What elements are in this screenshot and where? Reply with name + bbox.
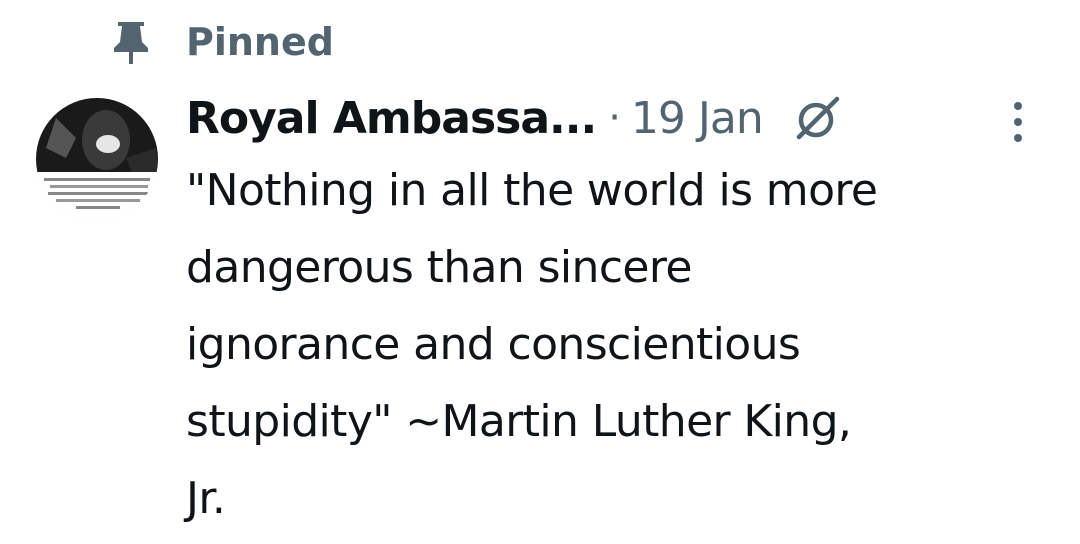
separator-dot: ·	[608, 95, 621, 141]
author-name[interactable]: Royal Ambassa...	[186, 93, 597, 144]
avatar[interactable]	[36, 98, 158, 220]
post-header: Royal Ambassa... · 19 Jan	[186, 86, 1046, 150]
grok-icon[interactable]	[793, 93, 843, 143]
pinned-post[interactable]: Pinned Royal Ambassa... · 19 Jan "Nothin…	[0, 0, 1080, 544]
more-vertical-icon[interactable]	[1004, 100, 1032, 144]
post-text-line: ignorance and conscientious	[186, 319, 801, 370]
post-text-line: Jr.	[186, 473, 226, 524]
pinned-label: Pinned	[186, 20, 334, 64]
post-text-line: "Nothing in all the world is more	[186, 165, 878, 216]
pin-icon	[112, 20, 150, 64]
post-text: "Nothing in all the world is more danger…	[186, 152, 1066, 537]
post-date[interactable]: 19 Jan	[631, 93, 764, 144]
pinned-indicator: Pinned	[112, 14, 334, 70]
post-text-line: stupidity" ~Martin Luther King,	[186, 396, 852, 447]
post-text-line: dangerous than sincere	[186, 242, 692, 293]
